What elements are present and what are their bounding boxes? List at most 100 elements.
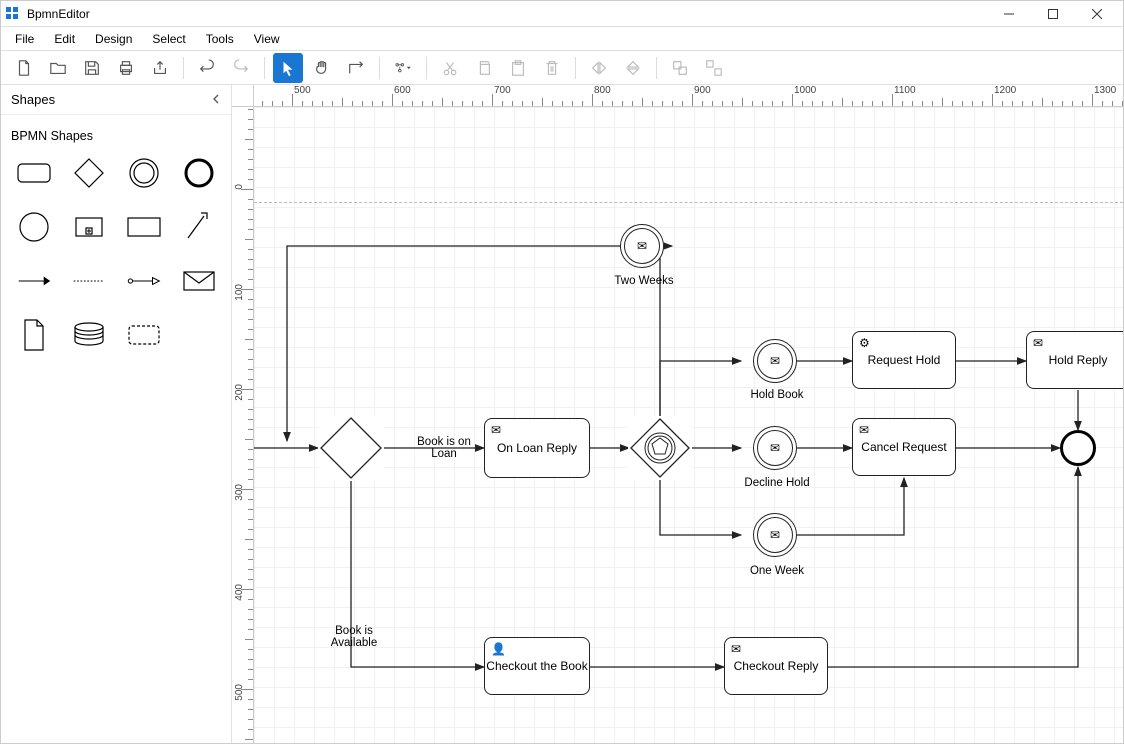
sidebar-title: Shapes bbox=[11, 92, 55, 107]
shape-intermediate-event[interactable] bbox=[121, 153, 166, 193]
separator bbox=[426, 57, 427, 79]
shape-rectangle[interactable] bbox=[121, 207, 166, 247]
task-checkout-reply[interactable]: ✉ Checkout Reply bbox=[724, 637, 828, 695]
event-one-week[interactable]: ✉ bbox=[753, 513, 797, 557]
sidebar-header: Shapes bbox=[1, 85, 231, 115]
gateway-event-based[interactable] bbox=[628, 416, 692, 480]
sidebar: Shapes BPMN Shapes bbox=[1, 85, 232, 743]
save-button[interactable] bbox=[77, 53, 107, 83]
minimize-button[interactable] bbox=[987, 1, 1031, 27]
event-decline-hold[interactable]: ✉ bbox=[753, 426, 797, 470]
app-title: BpmnEditor bbox=[27, 7, 987, 21]
collapse-sidebar-icon[interactable] bbox=[211, 92, 221, 107]
menu-file[interactable]: File bbox=[5, 30, 44, 48]
shape-palette bbox=[11, 153, 221, 355]
event-label-hold-book: Hold Book bbox=[744, 389, 810, 401]
envelope-icon: ✉ bbox=[770, 528, 780, 542]
copy-button[interactable] bbox=[469, 53, 499, 83]
horizontal-ruler: /*labels added below*/ 50060070080090010… bbox=[254, 85, 1123, 107]
paste-button[interactable] bbox=[503, 53, 533, 83]
shape-message[interactable] bbox=[176, 261, 221, 301]
vertical-ruler: 0100200300400500600 bbox=[232, 107, 254, 743]
shape-data-store[interactable] bbox=[66, 315, 111, 355]
redo-button[interactable] bbox=[226, 53, 256, 83]
menubar: File Edit Design Select Tools View bbox=[1, 27, 1123, 51]
envelope-icon: ✉ bbox=[637, 239, 647, 253]
menu-design[interactable]: Design bbox=[85, 30, 142, 48]
task-label: Request Hold bbox=[868, 353, 941, 367]
task-request-hold[interactable]: ⚙ Request Hold bbox=[852, 331, 956, 389]
canvas-area: /*labels added below*/ 50060070080090010… bbox=[232, 85, 1123, 743]
task-checkout-book[interactable]: 👤 Checkout the Book bbox=[484, 637, 590, 695]
envelope-icon: ✉ bbox=[770, 441, 780, 455]
undo-button[interactable] bbox=[192, 53, 222, 83]
delete-button[interactable] bbox=[537, 53, 567, 83]
task-label: Hold Reply bbox=[1049, 353, 1108, 367]
flip-vertical-button[interactable] bbox=[618, 53, 648, 83]
separator bbox=[264, 57, 265, 79]
new-button[interactable] bbox=[9, 53, 39, 83]
shape-group[interactable] bbox=[121, 315, 166, 355]
shape-task[interactable] bbox=[11, 153, 56, 193]
task-hold-reply[interactable]: ✉ Hold Reply bbox=[1026, 331, 1123, 389]
shape-section-title: BPMN Shapes bbox=[11, 125, 221, 147]
menu-select[interactable]: Select bbox=[142, 30, 195, 48]
task-on-loan-reply[interactable]: ✉ On Loan Reply bbox=[484, 418, 590, 478]
connector-tool[interactable] bbox=[341, 53, 371, 83]
shape-data-object[interactable] bbox=[11, 315, 56, 355]
ungroup-button[interactable] bbox=[699, 53, 729, 83]
edge-label-on-loan: Book is on Loan bbox=[409, 436, 479, 460]
group-button[interactable] bbox=[665, 53, 695, 83]
event-label-two-weeks: Two Weeks bbox=[609, 275, 679, 287]
event-two-weeks[interactable]: ✉ bbox=[620, 224, 664, 268]
open-button[interactable] bbox=[43, 53, 73, 83]
maximize-button[interactable] bbox=[1031, 1, 1075, 27]
task-label: Checkout Reply bbox=[734, 659, 819, 673]
separator bbox=[183, 57, 184, 79]
shape-end-event[interactable] bbox=[176, 153, 221, 193]
shape-gateway[interactable] bbox=[66, 153, 111, 193]
titlebar: BpmnEditor bbox=[1, 1, 1123, 27]
shape-sequence-flow[interactable] bbox=[11, 261, 56, 301]
pan-tool[interactable] bbox=[307, 53, 337, 83]
shape-message-flow[interactable] bbox=[121, 261, 166, 301]
main-area: Shapes BPMN Shapes bbox=[1, 85, 1123, 743]
event-label-decline-hold: Decline Hold bbox=[739, 477, 815, 489]
gateway-book-status[interactable] bbox=[318, 415, 384, 481]
shape-text-annotation[interactable] bbox=[176, 207, 221, 247]
shape-start-event[interactable] bbox=[11, 207, 56, 247]
close-button[interactable] bbox=[1075, 1, 1119, 27]
task-cancel-request[interactable]: ✉ Cancel Request bbox=[852, 418, 956, 476]
align-dropdown[interactable] bbox=[388, 53, 418, 83]
task-label: On Loan Reply bbox=[497, 441, 577, 455]
task-label: Cancel Request bbox=[861, 440, 946, 454]
shape-association[interactable] bbox=[66, 261, 111, 301]
envelope-icon: ✉ bbox=[770, 354, 780, 368]
end-event[interactable] bbox=[1060, 430, 1096, 466]
menu-edit[interactable]: Edit bbox=[44, 30, 85, 48]
separator bbox=[379, 57, 380, 79]
app-window: BpmnEditor File Edit Design Select Tools… bbox=[0, 0, 1124, 744]
pointer-tool[interactable] bbox=[273, 53, 303, 83]
user-icon: 👤 bbox=[491, 642, 506, 656]
event-hold-book[interactable]: ✉ bbox=[753, 339, 797, 383]
toolbar bbox=[1, 51, 1123, 85]
menu-view[interactable]: View bbox=[244, 30, 290, 48]
separator bbox=[575, 57, 576, 79]
app-icon bbox=[5, 6, 21, 22]
ruler-corner bbox=[232, 85, 254, 107]
shape-subprocess[interactable] bbox=[66, 207, 111, 247]
export-button[interactable] bbox=[145, 53, 175, 83]
event-label-one-week: One Week bbox=[744, 565, 810, 577]
cut-button[interactable] bbox=[435, 53, 465, 83]
message-icon: ✉ bbox=[1033, 336, 1043, 350]
task-label: Checkout the Book bbox=[486, 659, 587, 673]
separator bbox=[656, 57, 657, 79]
message-icon: ✉ bbox=[731, 642, 741, 656]
diagram-canvas[interactable]: Book is on Loan ✉ On Loan Reply bbox=[254, 107, 1123, 743]
message-icon: ✉ bbox=[491, 423, 501, 437]
print-button[interactable] bbox=[111, 53, 141, 83]
service-icon: ⚙ bbox=[859, 336, 870, 350]
menu-tools[interactable]: Tools bbox=[196, 30, 244, 48]
flip-horizontal-button[interactable] bbox=[584, 53, 614, 83]
